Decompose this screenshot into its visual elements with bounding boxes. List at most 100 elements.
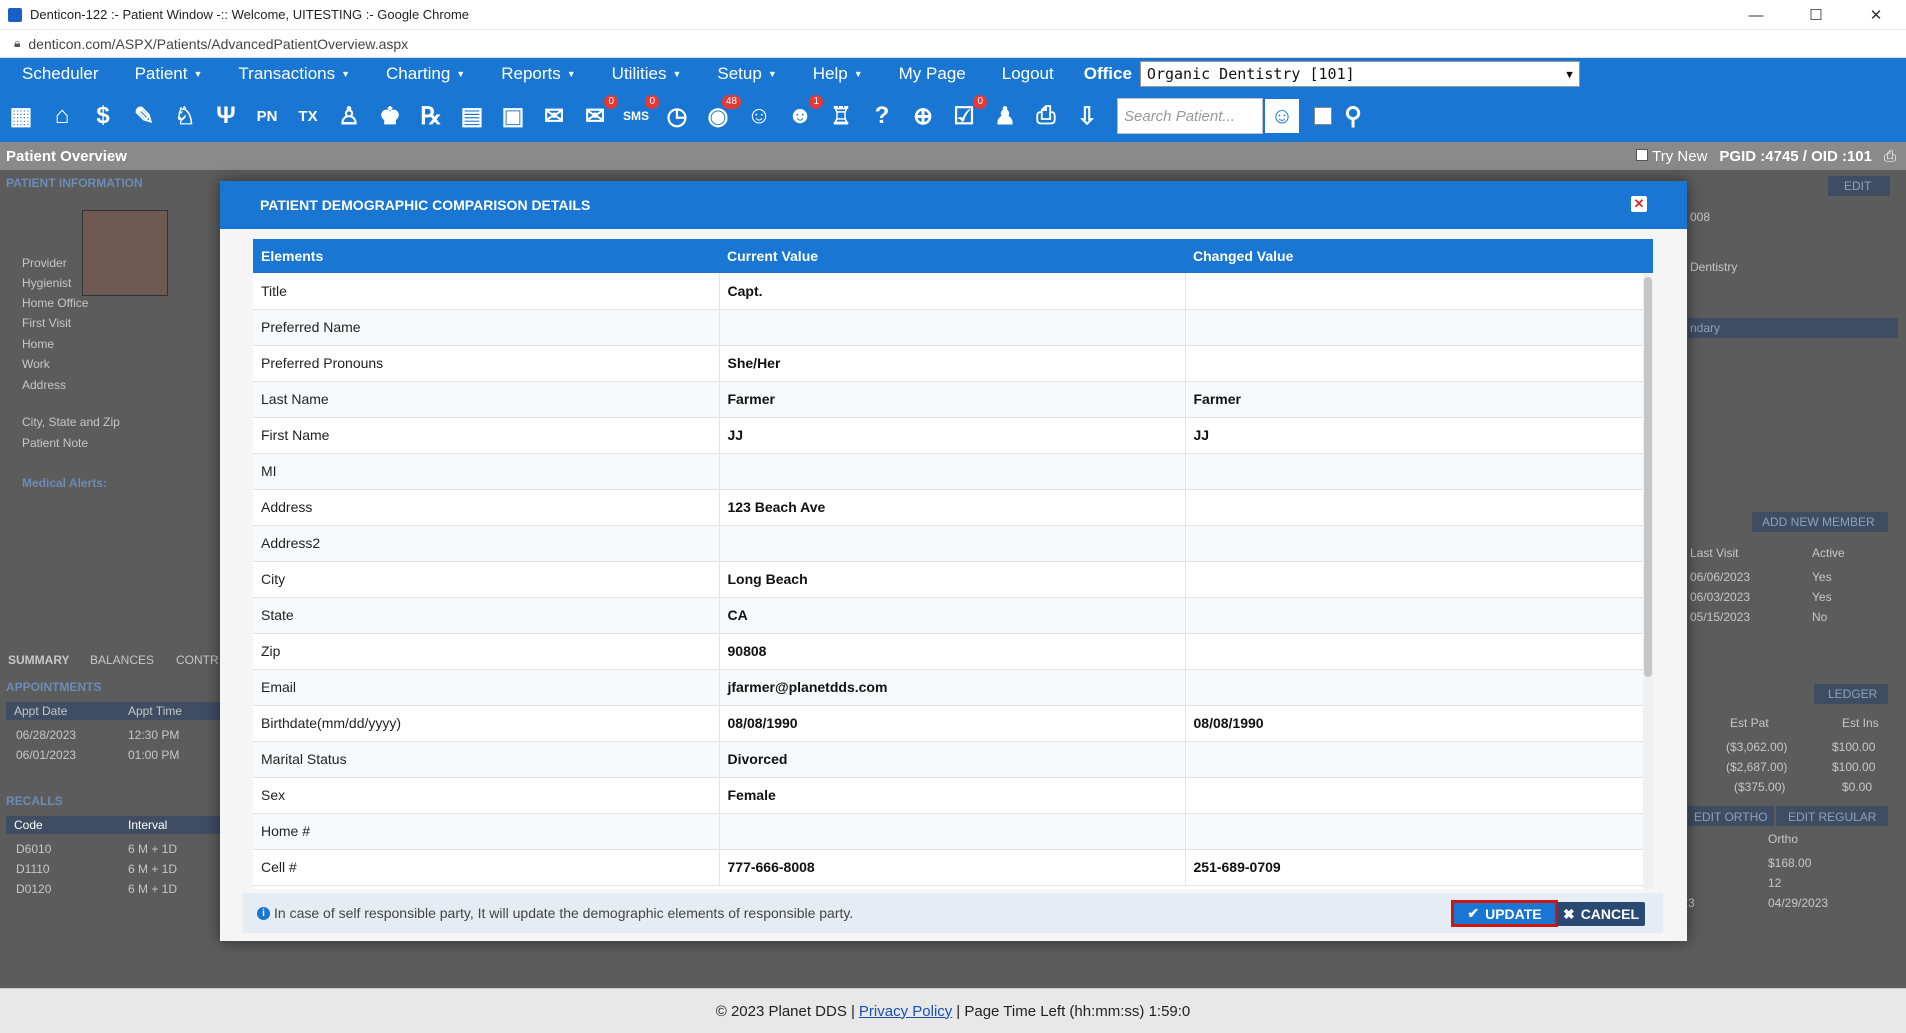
edit-button[interactable]: EDIT <box>1844 179 1871 193</box>
ledger-button[interactable]: LEDGER <box>1828 687 1877 701</box>
edit-note-icon[interactable]: ✎ <box>127 99 161 133</box>
icon-toolbar: ▦ ⌂ $ ✎ ♘ Ψ PN TX ♙ ♚ ℞ ▤ ▣ ✉ ✉ 0 SMS 0 ◷ ◉ 48 ☺ ☻ 1 ♖? ⊕ ☑ 0 ♟ ⎙ ⇩ Sea… <box>0 90 1906 142</box>
close-window-icon[interactable]: ✕ <box>1846 0 1906 30</box>
menu-reports[interactable]: Reports ▼ <box>479 64 589 84</box>
printer-icon[interactable]: ⎙ <box>1029 99 1063 133</box>
url-text[interactable]: denticon.com/ASPX/Patients/AdvancedPatie… <box>28 36 408 52</box>
maximize-icon[interactable]: ☐ <box>1786 0 1846 30</box>
alert-user-icon[interactable]: ☻ 1 <box>783 95 823 133</box>
table-scrollbar[interactable] <box>1643 273 1653 889</box>
edit-regular-button[interactable]: EDIT REGULAR <box>1788 810 1876 824</box>
changed-value-cell: Farmer <box>1185 381 1653 418</box>
download-icon[interactable]: ⇩ <box>1070 99 1104 133</box>
tab-summary[interactable]: SUMMARY <box>8 653 70 667</box>
print-form-icon[interactable]: ▣ <box>496 99 530 133</box>
update-button[interactable]: ✔ UPDATE <box>1451 900 1558 927</box>
group-icon[interactable]: ♟ <box>988 99 1022 133</box>
add-new-member-button[interactable]: ADD NEW MEMBER <box>1762 515 1875 529</box>
ortho-row: $168.00 <box>1768 856 1812 870</box>
visit-row: 06/06/2023 <box>1690 570 1751 584</box>
print-icon[interactable]: ⎙ <box>1884 148 1896 165</box>
patient-info-label: PATIENT INFORMATION <box>6 176 143 190</box>
add-family-icon[interactable]: ♚ <box>373 99 407 133</box>
element-cell: Email <box>253 669 720 706</box>
rx-icon[interactable]: ℞ <box>414 99 448 133</box>
current-value-cell: CA <box>719 597 1186 634</box>
table-row: First Name JJ JJ <box>253 417 1653 454</box>
globe-icon[interactable]: ⊕ <box>906 99 940 133</box>
app-favicon-icon <box>8 7 22 22</box>
current-value-cell: 08/08/1990 <box>719 705 1186 742</box>
document-icon[interactable]: ▤ <box>455 99 489 133</box>
info-icon: i <box>257 906 270 920</box>
menu-label: Help <box>812 64 848 83</box>
current-value-cell: 777-666-8008 <box>719 849 1186 886</box>
chevron-down-icon: ▼ <box>341 69 351 79</box>
icon-glyph: ♟ <box>994 102 1016 130</box>
tab-balances[interactable]: BALANCES <box>90 653 154 667</box>
recall-row: 6 M + 1D <box>128 862 178 876</box>
address-bar[interactable]: 🔒︎ denticon.com/ASPX/Patients/AdvancedPa… <box>0 30 1906 58</box>
active-header: Active <box>1812 546 1845 560</box>
icon-glyph: ✉ <box>584 102 606 130</box>
icon-glyph: ▣ <box>501 102 525 130</box>
current-value-cell: She/Her <box>719 345 1186 382</box>
office-select[interactable]: Organic Dentistry [101] ▼ <box>1139 61 1580 87</box>
dollar-icon[interactable]: $ <box>86 99 120 133</box>
pn-icon[interactable]: PN <box>250 99 284 133</box>
icon-glyph: ✎ <box>133 102 155 130</box>
window-controls: — ☐ ✕ <box>1726 0 1906 30</box>
tooth-icon[interactable]: ♘ <box>168 99 202 133</box>
online-users-icon[interactable]: ◉ 48 <box>701 95 741 133</box>
appt-date-header: Appt Date <box>14 704 68 718</box>
menu-charting[interactable]: Charting ▼ <box>364 64 479 84</box>
add-patient-icon[interactable]: ♙ <box>332 99 366 133</box>
advanced-search-icon[interactable]: ⚲ <box>1336 99 1370 133</box>
last-visit-header: Last Visit <box>1690 546 1739 560</box>
table-row: Marital Status Divorced <box>253 741 1653 778</box>
mail-icon[interactable]: ✉ <box>537 99 571 133</box>
menu-transactions[interactable]: Transactions ▼ <box>216 64 364 84</box>
site-info-icon[interactable]: 🔒︎ <box>14 36 20 51</box>
search-option-checkbox[interactable] <box>1314 107 1332 125</box>
clock-icon[interactable]: ◷ <box>660 99 694 133</box>
notification-badge: 1 <box>809 95 823 109</box>
search-patient-input[interactable]: Search Patient... <box>1117 98 1263 134</box>
element-cell: Cell # <box>253 849 720 886</box>
est-pat-header: Est Pat <box>1730 716 1769 730</box>
tx-icon[interactable]: TX <box>291 99 325 133</box>
try-new-checkbox[interactable] <box>1636 148 1649 161</box>
try-new-toggle[interactable]: Try New <box>1636 148 1707 165</box>
demographic-comparison-modal: PATIENT DEMOGRAPHIC COMPARISON DETAILS ✕… <box>220 181 1687 941</box>
message-icon[interactable]: ✉ 0 <box>578 95 618 133</box>
sms-icon[interactable]: SMS 0 <box>619 95 659 133</box>
tooth-outline-icon[interactable]: ♖ <box>824 99 858 133</box>
menu-label: My Page <box>898 64 966 83</box>
x-icon: ✖ <box>1562 905 1575 922</box>
tasks-icon[interactable]: ☑ 0 <box>947 95 987 133</box>
help-tooth-icon[interactable]: ? <box>865 99 899 133</box>
menu-label: Utilities <box>611 64 667 83</box>
menu-patient[interactable]: Patient ▼ <box>113 64 217 84</box>
tooth-chart-icon[interactable]: Ψ <box>209 99 243 133</box>
menu-help[interactable]: Help ▼ <box>791 64 877 84</box>
scrollbar-thumb[interactable] <box>1644 277 1652 677</box>
menu-setup[interactable]: Setup ▼ <box>695 64 790 84</box>
minimize-icon[interactable]: — <box>1726 0 1786 30</box>
menu-my-page[interactable]: My Page <box>877 64 980 84</box>
cancel-button[interactable]: ✖ CANCEL <box>1557 902 1645 926</box>
current-value-cell <box>719 309 1186 346</box>
close-icon[interactable]: ✕ <box>1631 196 1647 212</box>
users-icon[interactable]: ☺ <box>742 99 776 133</box>
home-icon[interactable]: ⌂ <box>45 99 79 133</box>
changed-value-cell <box>1185 309 1653 346</box>
menu-utilities[interactable]: Utilities ▼ <box>590 64 696 84</box>
bg-oid-text: 008 <box>1690 210 1711 224</box>
patient-search-icon[interactable]: ☺ <box>1265 99 1299 133</box>
tab-contracts[interactable]: CONTR <box>176 653 219 667</box>
menu-scheduler[interactable]: Scheduler <box>0 64 113 84</box>
edit-ortho-button[interactable]: EDIT ORTHO <box>1694 810 1768 824</box>
calendar-icon[interactable]: ▦ <box>4 99 38 133</box>
privacy-policy-link[interactable]: Privacy Policy <box>859 1003 952 1020</box>
menu-logout[interactable]: Logout <box>980 64 1068 84</box>
